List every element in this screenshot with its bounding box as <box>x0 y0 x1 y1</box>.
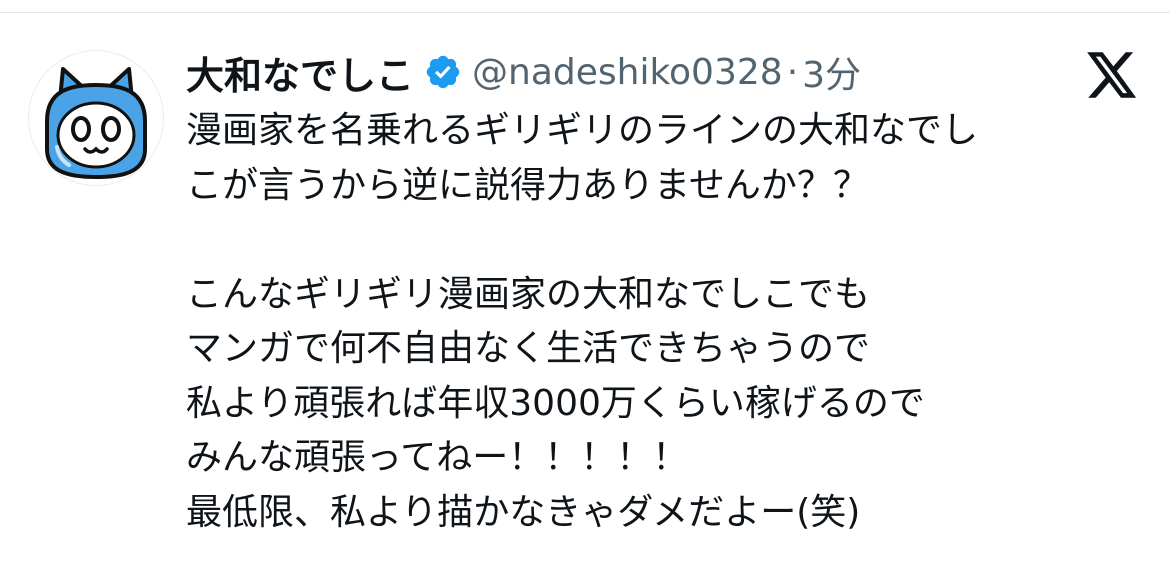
tweet-text-line: 最低限、私より描かなきゃダメだよー(笑) <box>186 491 861 533</box>
x-logo-icon[interactable] <box>1082 50 1138 100</box>
tweet-text-line: 私より頑張れば年収3000万くらい稼げるので <box>186 382 925 424</box>
display-name[interactable]: 大和なでしこ <box>186 45 414 100</box>
timestamp[interactable]: 3分 <box>802 46 861 98</box>
tweet-text-blank-line <box>186 213 1146 268</box>
user-handle[interactable]: @nadeshiko0328 <box>472 52 783 93</box>
tweet-text-line: 漫画家を名乗れるギリギリのラインの大和なでし <box>186 110 979 151</box>
separator-dot: · <box>786 51 799 93</box>
verified-badge-icon <box>424 53 462 91</box>
tweet-text-line: みんな頑張ってねー！！！！！ <box>186 437 689 478</box>
tweet-text-line: マンガで何不自由なく生活できちゃうので <box>186 328 871 369</box>
tweet-text-line: こが言うから逆に説得力ありませんか？？ <box>186 164 869 206</box>
tweet-text: 漫画家を名乗れるギリギリのラインの大和なでし こが言うから逆に説得力ありませんか… <box>186 104 1146 540</box>
cat-character-icon <box>45 67 147 180</box>
avatar[interactable] <box>28 50 164 186</box>
tweet-header: 大和なでしこ @nadeshiko0328 · 3分 <box>186 44 861 100</box>
top-divider <box>0 12 1170 13</box>
tweet-text-line: こんなギリギリ漫画家の大和なでしこでも <box>186 273 871 315</box>
